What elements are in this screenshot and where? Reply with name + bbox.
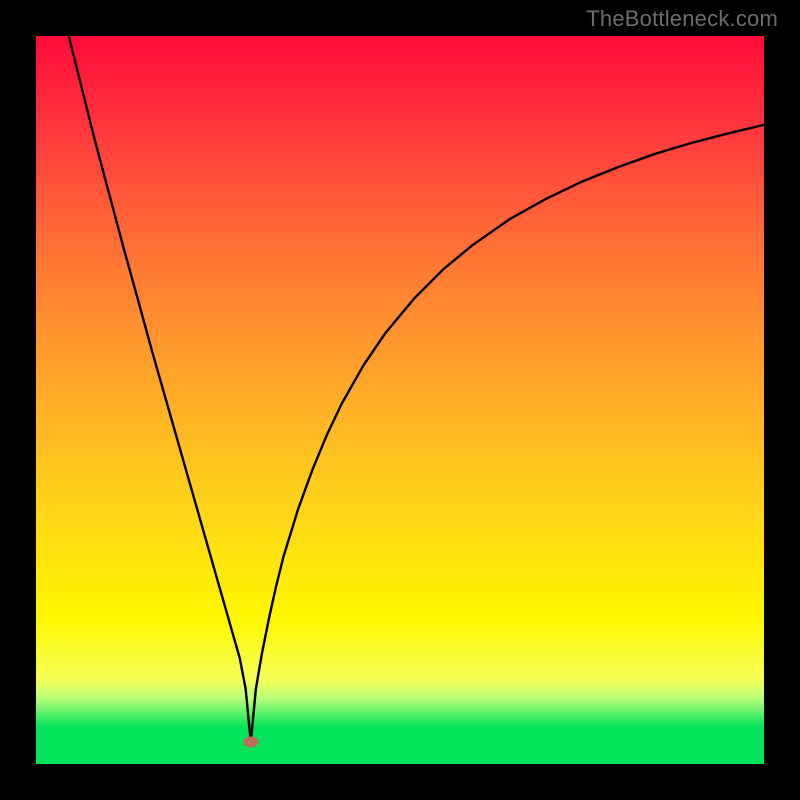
watermark-text: TheBottleneck.com [586,6,778,32]
minimum-marker [243,737,258,748]
chart-frame: TheBottleneck.com [0,0,800,800]
chart-plot-area [36,36,764,764]
bottleneck-curve [36,36,764,764]
